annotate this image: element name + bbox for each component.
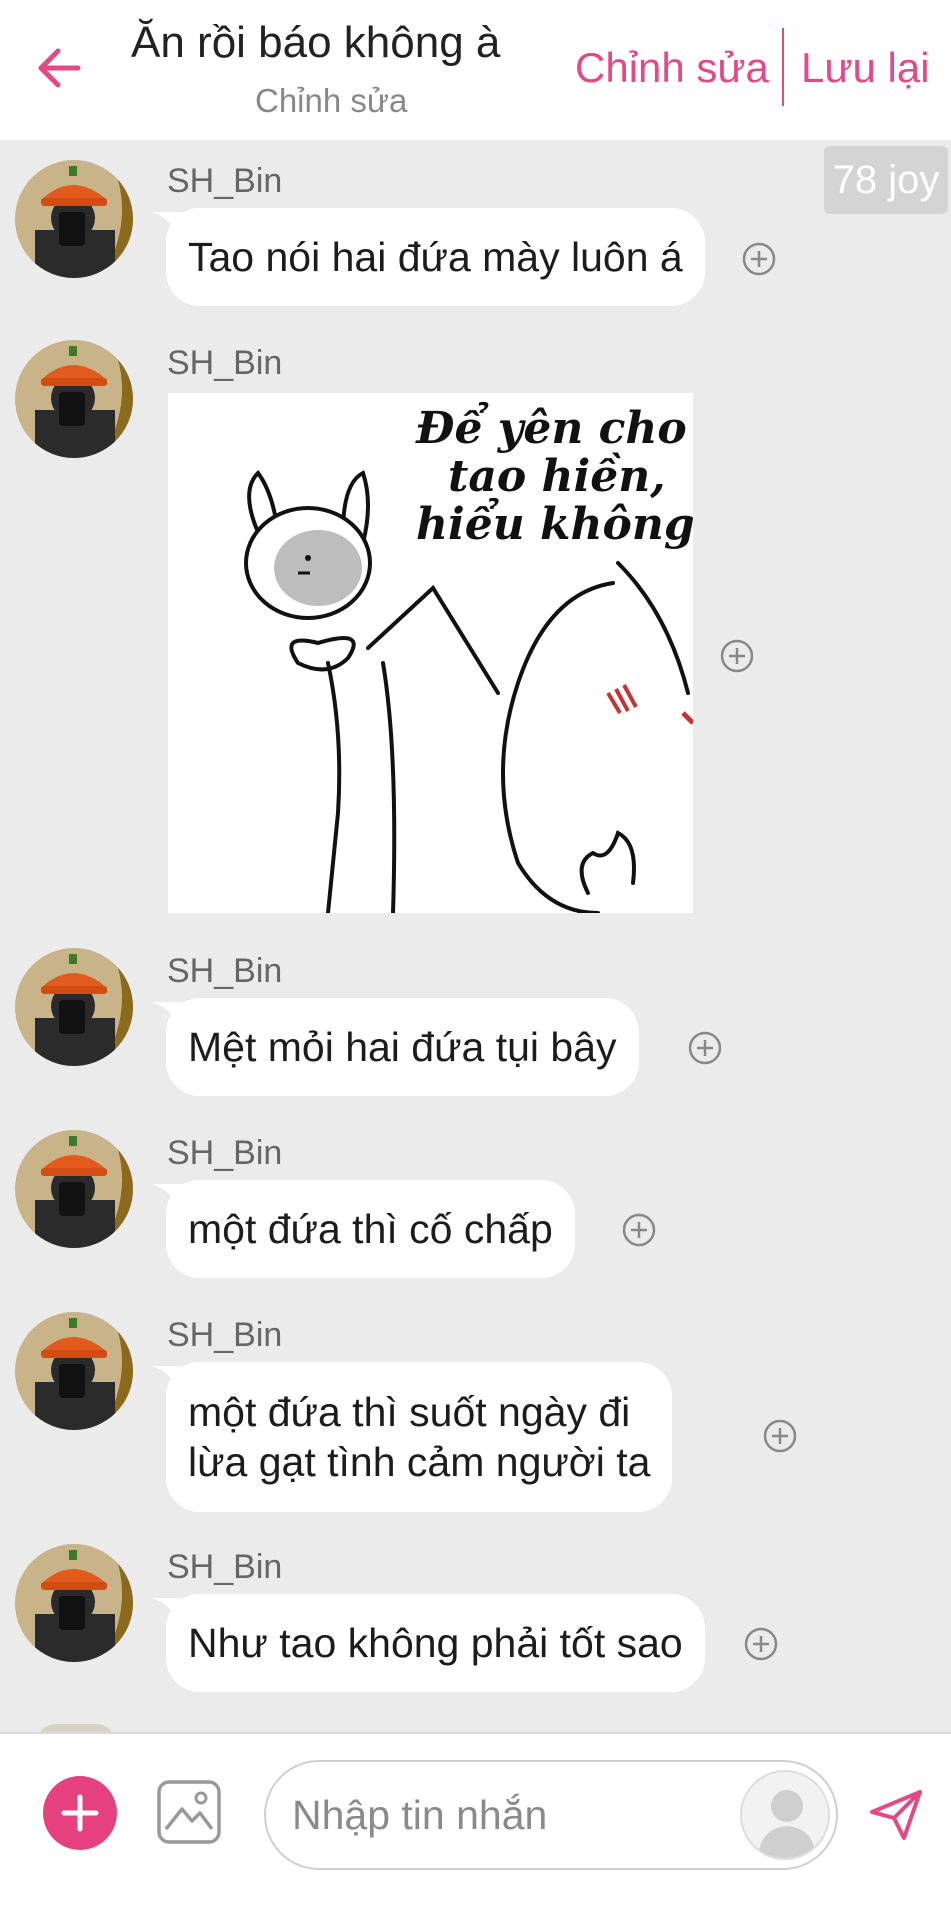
composer-bar xyxy=(0,1732,951,1920)
sticker-caption-line: Để yên cho xyxy=(415,400,687,454)
send-button[interactable] xyxy=(866,1784,926,1844)
plus-circle-icon xyxy=(688,1031,722,1065)
message-input-box[interactable] xyxy=(264,1760,838,1870)
message-bubble[interactable]: một đứa thì cố chấp xyxy=(152,1180,575,1278)
message-text-line: lừa gạt tình cảm người ta xyxy=(188,1439,651,1485)
sticker-image: Để yên cho tao hiền, hiểu không? xyxy=(168,393,693,913)
message-text: Như tao không phải tốt sao xyxy=(188,1620,683,1666)
sticker-caption-line: tao hiền, xyxy=(448,451,666,502)
plus-circle-icon xyxy=(763,1419,797,1453)
react-button[interactable] xyxy=(621,1212,657,1248)
sticker-message[interactable]: Để yên cho tao hiền, hiểu không? xyxy=(168,393,693,913)
avatar[interactable] xyxy=(15,160,133,278)
avatar[interactable] xyxy=(15,948,133,1066)
user-avatar-button[interactable] xyxy=(740,1770,830,1860)
message-list[interactable]: 78 joy SH_Bin Tao nói hai đứa mày luôn á xyxy=(0,140,951,1732)
message-bubble[interactable]: một đứa thì suốt ngày đi lừa gạt tình cả… xyxy=(152,1362,673,1512)
avatar-image xyxy=(15,1130,133,1248)
sender-name: SH_Bin xyxy=(167,1548,283,1586)
plus-circle-icon xyxy=(742,242,776,276)
bubble-tail xyxy=(152,1002,182,1028)
save-button[interactable]: Lưu lại xyxy=(801,44,930,92)
react-button[interactable] xyxy=(743,1626,779,1662)
message-text: Tao nói hai đứa mày luôn á xyxy=(188,234,683,280)
plus-circle-icon xyxy=(720,639,754,673)
avatar[interactable] xyxy=(15,1130,133,1248)
avatar-image xyxy=(15,948,133,1066)
joy-badge: 78 joy xyxy=(824,146,948,214)
image-picker-button[interactable] xyxy=(156,1779,222,1845)
avatar-image xyxy=(15,1312,133,1430)
message-text-line: một đứa thì suốt ngày đi xyxy=(188,1389,631,1435)
back-button[interactable] xyxy=(30,38,90,98)
add-attachment-button[interactable] xyxy=(43,1776,117,1850)
bubble-tail xyxy=(152,1598,182,1624)
avatar-image xyxy=(15,340,133,458)
avatar[interactable] xyxy=(15,1544,133,1662)
message-input[interactable] xyxy=(292,1784,732,1846)
message-text: một đứa thì cố chấp xyxy=(188,1206,553,1252)
bubble-tail xyxy=(152,1366,182,1392)
sender-name: SH_Bin xyxy=(167,952,283,990)
chat-subtitle: Chỉnh sửa xyxy=(255,82,408,119)
react-button[interactable] xyxy=(741,241,777,277)
sender-name: SH_Bin xyxy=(167,344,283,382)
message-bubble[interactable]: Tao nói hai đứa mày luôn á xyxy=(152,208,705,306)
plus-circle-icon xyxy=(744,1627,778,1661)
avatar[interactable] xyxy=(15,1312,133,1430)
user-icon xyxy=(758,1790,816,1858)
react-button[interactable] xyxy=(719,638,755,674)
arrow-left-icon xyxy=(38,48,81,88)
bubble-tail xyxy=(152,1184,182,1210)
message-bubble[interactable]: Mệt mỏi hai đứa tụi bây xyxy=(152,998,639,1096)
bubble-tail xyxy=(152,212,182,238)
react-button[interactable] xyxy=(762,1418,798,1454)
chat-title: Ăn rồi báo không à xyxy=(131,18,501,67)
message-text: Mệt mỏi hai đứa tụi bây xyxy=(188,1024,617,1070)
edit-button[interactable]: Chỉnh sửa xyxy=(575,44,769,92)
plus-circle-icon xyxy=(622,1213,656,1247)
avatar[interactable] xyxy=(15,340,133,458)
sender-name: SH_Bin xyxy=(167,1316,283,1354)
image-icon xyxy=(157,1780,221,1844)
message-bubble[interactable]: Như tao không phải tốt sao xyxy=(152,1594,705,1692)
header-divider xyxy=(782,28,784,106)
sender-name: SH_Bin xyxy=(167,162,283,200)
plus-icon xyxy=(61,1794,99,1832)
avatar-image xyxy=(15,160,133,278)
sticker-caption-line: hiểu không? xyxy=(416,496,693,550)
avatar-image xyxy=(15,1544,133,1662)
partial-avatar xyxy=(36,1724,116,1732)
sender-name: SH_Bin xyxy=(167,1134,283,1172)
react-button[interactable] xyxy=(687,1030,723,1066)
send-icon xyxy=(870,1790,922,1840)
chat-header: Ăn rồi báo không à Chỉnh sửa Chỉnh sửa L… xyxy=(0,0,951,140)
